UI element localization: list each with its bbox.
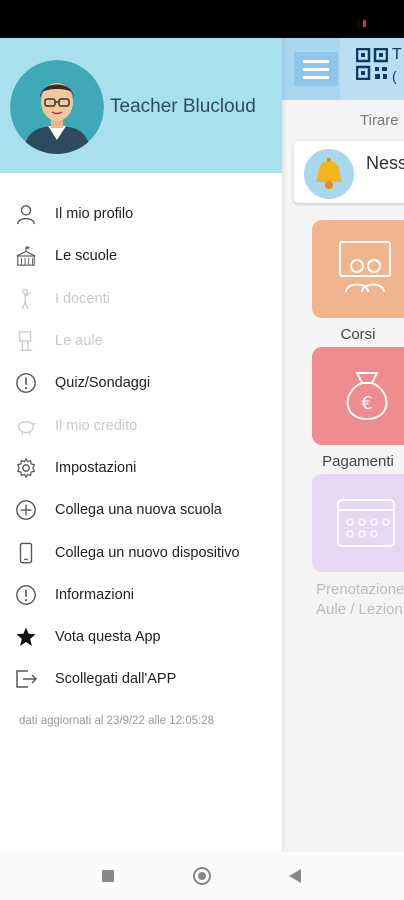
prenotazione-label-1: Prenotazione: [316, 581, 404, 598]
menu-item-rate-app[interactable]: Vota questa App: [0, 616, 282, 658]
bell-icon: [304, 149, 354, 199]
status-indicator: [363, 20, 366, 27]
menu-item-link-school[interactable]: Collega una nuova scuola: [0, 489, 282, 531]
info-circle-icon: [12, 581, 40, 609]
menu-item-classrooms: Le aule: [0, 320, 282, 362]
menu-label: Scollegati dall'APP: [55, 671, 177, 688]
menu-button[interactable]: [294, 52, 338, 86]
navigation-drawer: Teacher Blucloud Il mio profilo Le scuol…: [0, 38, 282, 852]
menu-label: Il mio profilo: [55, 206, 134, 223]
menu-item-schools[interactable]: Le scuole: [0, 235, 282, 277]
menu-label: Le aule: [55, 333, 103, 350]
drawer-menu: Il mio profilo Le scuole I docenti Le au…: [0, 193, 282, 701]
menu-label: Collega un nuovo dispositivo: [55, 544, 240, 561]
menu-item-link-device[interactable]: Collega un nuovo dispositivo: [0, 531, 282, 573]
menu-label: Impostazioni: [55, 459, 137, 476]
phone-icon: [12, 539, 40, 567]
teacher-icon: [12, 285, 40, 313]
logout-icon: [12, 665, 40, 693]
menu-label: I docenti: [55, 290, 110, 307]
plus-circle-icon: [12, 496, 40, 524]
status-bar: [0, 0, 404, 38]
notification-card[interactable]: Ness: [294, 141, 404, 203]
classroom-icon: [12, 327, 40, 355]
menu-label: Il mio credito: [55, 417, 138, 434]
back-button[interactable]: [289, 869, 301, 883]
corsi-tile[interactable]: [312, 220, 404, 318]
pagamenti-label: Pagamenti: [322, 453, 394, 470]
menu-label: Collega una nuova scuola: [55, 502, 222, 519]
menu-item-info[interactable]: Informazioni: [0, 574, 282, 616]
money-bag-icon: €: [346, 372, 388, 421]
svg-text:€: €: [361, 393, 372, 414]
info-circle-icon: [12, 369, 40, 397]
home-button[interactable]: [193, 867, 211, 885]
menu-label: Quiz/Sondaggi: [55, 375, 151, 392]
toolbar: T (: [282, 38, 404, 100]
menu-item-profile[interactable]: Il mio profilo: [0, 193, 282, 235]
menu-label: Le scuole: [55, 248, 118, 265]
school-icon: [12, 242, 40, 270]
app-title: T: [392, 46, 402, 63]
star-icon: [12, 623, 40, 651]
menu-item-logout[interactable]: Scollegati dall'APP: [0, 658, 282, 700]
qr-code-icon[interactable]: [356, 48, 388, 80]
notification-text: Ness: [366, 153, 404, 173]
home-screen: T ( Tirare Ness Corsi € Pagamenti Prenot…: [282, 38, 404, 852]
menu-item-teachers: I docenti: [0, 278, 282, 320]
hamburger-line: [303, 75, 329, 79]
avatar[interactable]: [10, 60, 104, 154]
hamburger-line: [303, 59, 329, 63]
system-nav-bar: [0, 852, 404, 900]
pagamenti-tile[interactable]: €: [312, 347, 404, 445]
gear-icon: [12, 454, 40, 482]
menu-item-settings[interactable]: Impostazioni: [0, 447, 282, 489]
menu-item-quiz[interactable]: Quiz/Sondaggi: [0, 362, 282, 404]
menu-label: Vota questa App: [55, 629, 161, 646]
last-updated-text: dati aggiornati al 23/9/22 alle 12:05:28: [19, 715, 215, 727]
recents-button[interactable]: [102, 870, 114, 882]
corsi-label: Corsi: [340, 326, 376, 343]
prenotazione-tile[interactable]: [312, 474, 404, 572]
pull-hint: Tirare: [360, 112, 399, 129]
app-subtitle: (: [392, 68, 397, 84]
calendar-icon: [337, 499, 395, 547]
courses-icon: [339, 241, 391, 293]
drawer-header: Teacher Blucloud: [0, 38, 282, 173]
teacher-avatar-icon: [10, 60, 104, 154]
piggy-bank-icon: [12, 412, 40, 440]
person-icon: [12, 200, 40, 228]
menu-item-credit: Il mio credito: [0, 404, 282, 446]
user-name: Teacher Blucloud: [110, 96, 256, 117]
hamburger-line: [303, 67, 329, 71]
menu-label: Informazioni: [55, 586, 134, 603]
prenotazione-label-2: Aule / Lezioni: [316, 601, 404, 618]
